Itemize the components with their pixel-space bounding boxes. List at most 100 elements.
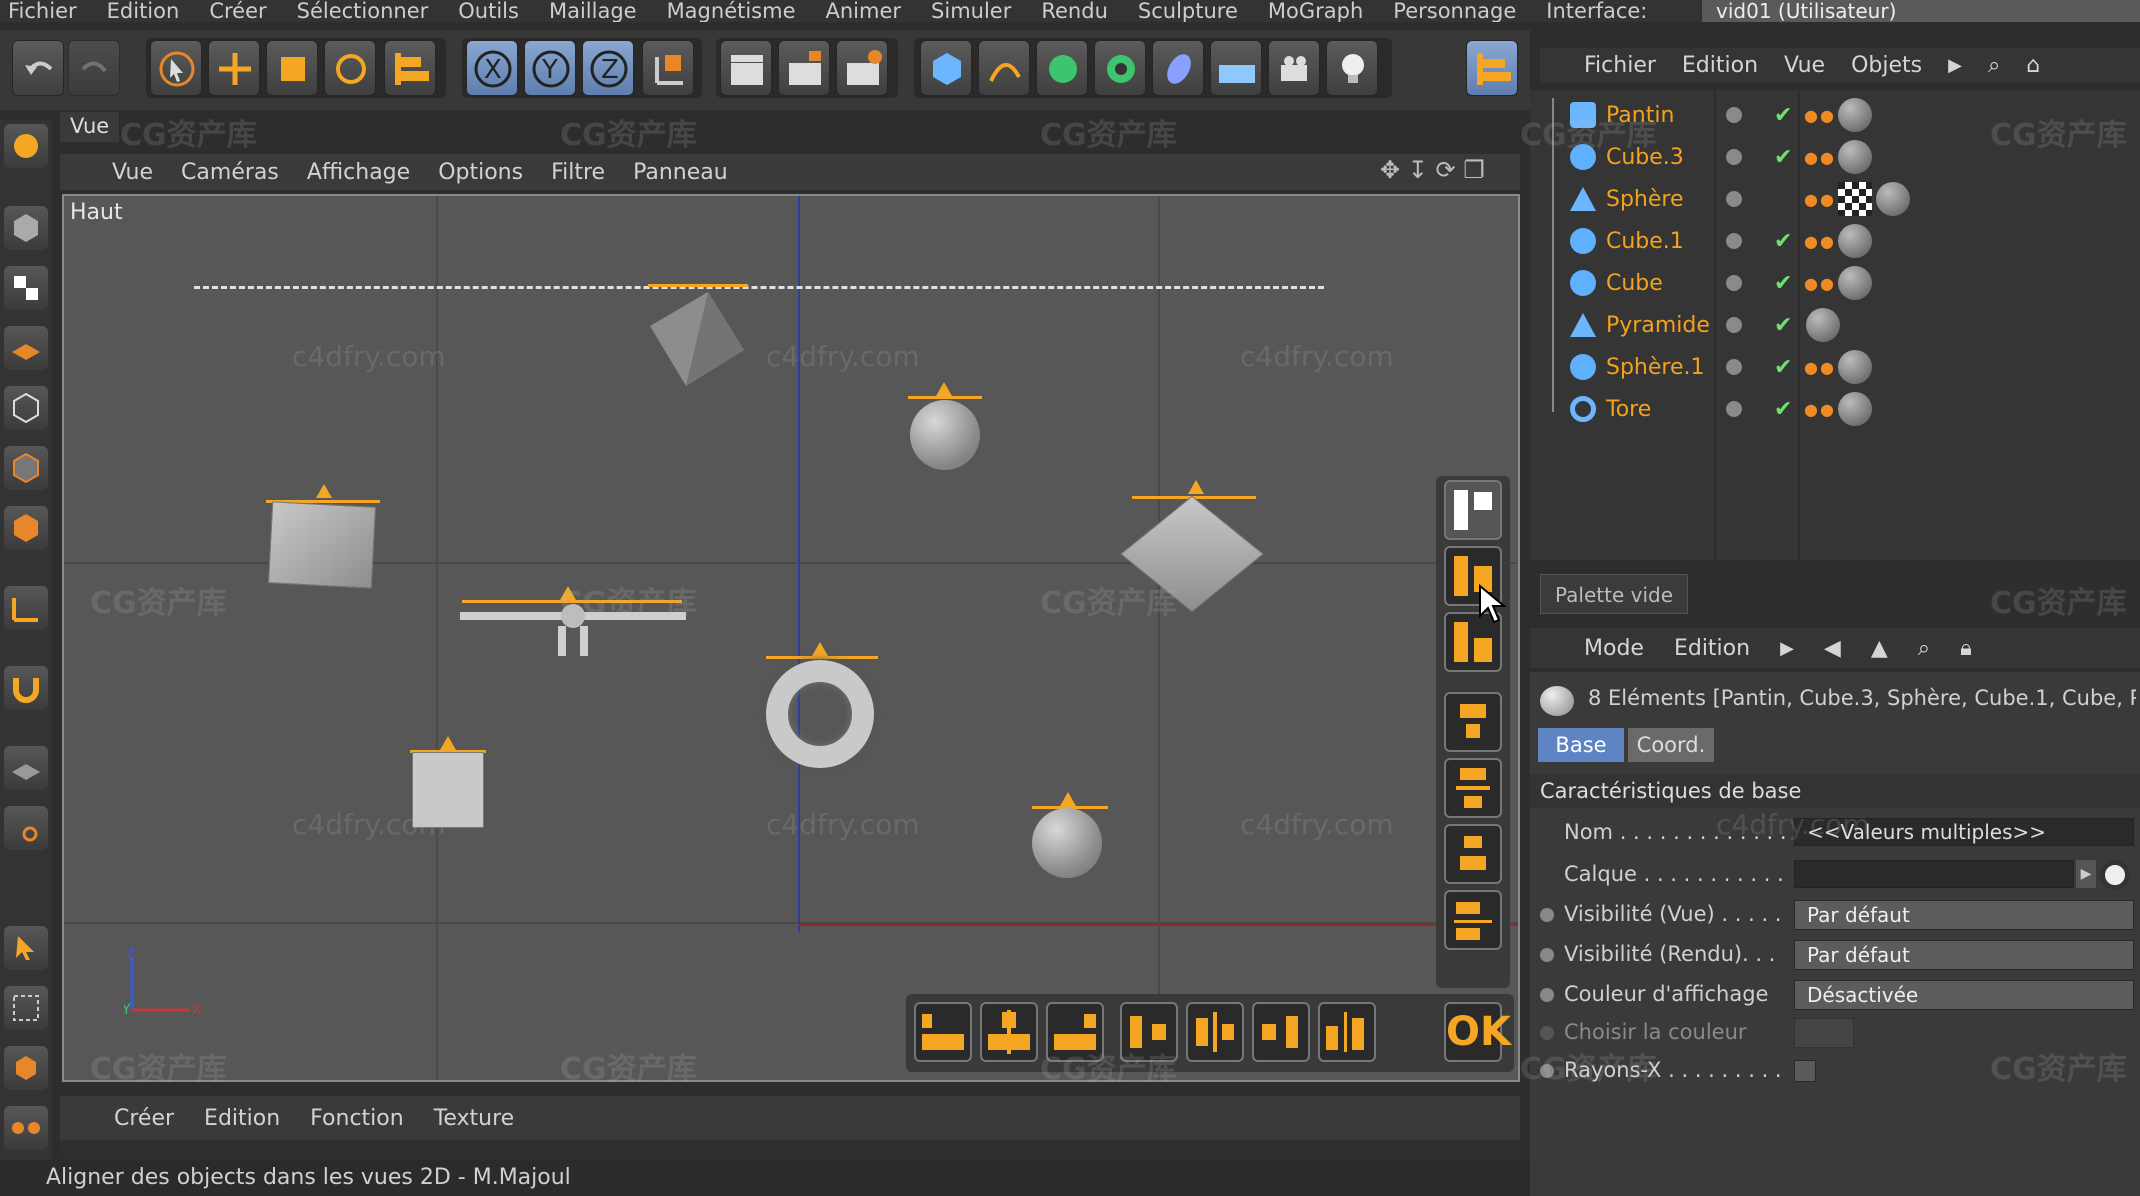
object-row-sphere[interactable]: Sphère ●●: [1530, 178, 2140, 220]
vp-menu-panneau[interactable]: Panneau: [633, 160, 728, 185]
x-axis-button[interactable]: X: [466, 40, 518, 96]
ok-button[interactable]: OK: [1444, 1002, 1511, 1062]
menu-rendu[interactable]: Rendu: [1041, 0, 1108, 22]
vis-rendu-anim-dot[interactable]: [1540, 948, 1554, 962]
texture-mode-button[interactable]: [4, 266, 48, 310]
enabled-check-icon[interactable]: ✔: [1774, 103, 1792, 128]
points-mode-button[interactable]: [4, 386, 48, 430]
viewport-tab[interactable]: Vue: [60, 112, 120, 142]
menu-personnage[interactable]: Personnage: [1393, 0, 1516, 22]
am-menu-edition[interactable]: Edition: [1674, 636, 1750, 661]
viewport-top[interactable]: Haut Z X Y OK: [62, 194, 1520, 1082]
spline-button[interactable]: [978, 40, 1030, 96]
mat-menu-texture[interactable]: Texture: [434, 1106, 515, 1131]
material-tag-icon[interactable]: [1838, 266, 1872, 300]
y-axis-button[interactable]: Y: [524, 40, 576, 96]
distribute-h-space-button[interactable]: [1318, 1002, 1376, 1062]
menu-fichier[interactable]: Fichier: [8, 0, 77, 22]
material-tag-icon[interactable]: [1838, 98, 1872, 132]
camera-button[interactable]: [1268, 40, 1320, 96]
enabled-check-icon[interactable]: ✔: [1774, 145, 1792, 170]
lock-grid-button[interactable]: [4, 806, 48, 850]
object-mode-button[interactable]: [4, 206, 48, 250]
visibility-dot[interactable]: [1726, 233, 1742, 249]
align-v-top-button[interactable]: [1444, 692, 1502, 752]
cube-primitive-button[interactable]: [920, 40, 972, 96]
vis-vue-anim-dot[interactable]: [1540, 908, 1554, 922]
align-h-left-button[interactable]: [914, 1002, 972, 1062]
snap-button[interactable]: [4, 666, 48, 710]
visibility-dot[interactable]: [1726, 317, 1742, 333]
am-back-icon[interactable]: ◀: [1824, 636, 1841, 661]
om-menu-objets[interactable]: Objets: [1851, 53, 1922, 78]
render-picture-button[interactable]: [778, 40, 830, 96]
om-search-icon[interactable]: ⌕: [1988, 53, 2000, 78]
scale-tool-button[interactable]: [266, 40, 318, 96]
menu-magnetisme[interactable]: Magnétisme: [667, 0, 796, 22]
nurbs-button[interactable]: [1036, 40, 1088, 96]
tab-base[interactable]: Base: [1538, 728, 1624, 762]
object-select-button[interactable]: [4, 1046, 48, 1090]
menu-selectionner[interactable]: Sélectionner: [297, 0, 429, 22]
viewport-nav-icons[interactable]: ✥ ↧ ⟳ ❐: [1380, 156, 1516, 188]
visibility-dot[interactable]: [1726, 107, 1742, 123]
model-mode-button[interactable]: [4, 124, 48, 168]
enabled-check-icon[interactable]: ✔: [1774, 313, 1792, 338]
enabled-check-icon[interactable]: ✔: [1774, 229, 1792, 254]
coord-system-button[interactable]: [642, 40, 694, 96]
sphere-object[interactable]: [910, 400, 980, 470]
align-tool-button[interactable]: [384, 40, 436, 96]
am-menu-mode[interactable]: Mode: [1584, 636, 1644, 661]
object-row-pyramide[interactable]: Pyramide ✔: [1530, 304, 2140, 346]
align-v-center-button[interactable]: [1444, 758, 1502, 818]
am-lock-icon[interactable]: 🔒︎: [1960, 636, 1972, 661]
om-more-icon[interactable]: ▶: [1948, 55, 1962, 76]
undo-button[interactable]: [12, 40, 64, 96]
select-tool-button[interactable]: [150, 40, 202, 96]
workplane-button[interactable]: [4, 326, 48, 370]
pyramid-object[interactable]: [644, 290, 754, 390]
vp-menu-options[interactable]: Options: [438, 160, 523, 185]
distribute-h-right-button[interactable]: [1252, 1002, 1310, 1062]
polygons-mode-button[interactable]: [4, 506, 48, 550]
material-tag-icon[interactable]: [1806, 308, 1840, 342]
align-v-space-button[interactable]: [1444, 890, 1502, 950]
mat-menu-creer[interactable]: Créer: [114, 1106, 174, 1131]
sphere-1-object[interactable]: [1032, 808, 1102, 878]
edges-mode-button[interactable]: [4, 446, 48, 490]
object-row-sphere1[interactable]: Sphère.1 ✔ ●●: [1530, 346, 2140, 388]
align-layout-button[interactable]: [1444, 480, 1502, 540]
material-tag-icon[interactable]: [1838, 350, 1872, 384]
am-search-icon[interactable]: ⌕: [1918, 636, 1930, 661]
om-menu-vue[interactable]: Vue: [1784, 53, 1825, 78]
render-view-button[interactable]: [720, 40, 772, 96]
torus-object[interactable]: [766, 660, 874, 768]
om-menu-fichier[interactable]: Fichier: [1584, 53, 1656, 78]
menu-creer[interactable]: Créer: [209, 0, 266, 22]
render-settings-button[interactable]: [836, 40, 888, 96]
menu-simuler[interactable]: Simuler: [931, 0, 1011, 22]
couleur-anim-dot[interactable]: [1540, 988, 1554, 1002]
visibility-dot[interactable]: [1726, 359, 1742, 375]
object-row-cube[interactable]: Cube ✔ ●●: [1530, 262, 2140, 304]
calque-arrow-icon[interactable]: ▶: [2076, 860, 2096, 888]
live-select-button[interactable]: [4, 926, 48, 970]
mat-menu-fonction[interactable]: Fonction: [310, 1106, 404, 1131]
vis-vue-select[interactable]: Par défaut: [1794, 900, 2134, 930]
am-up-icon[interactable]: ▲: [1871, 636, 1888, 661]
visibility-dot[interactable]: [1726, 401, 1742, 417]
tab-palette-vide[interactable]: Palette vide: [1540, 574, 1689, 614]
menu-mograph[interactable]: MoGraph: [1268, 0, 1363, 22]
cube-1-object[interactable]: [267, 501, 377, 589]
enabled-check-icon[interactable]: ✔: [1774, 271, 1792, 296]
vp-menu-affichage[interactable]: Affichage: [307, 160, 410, 185]
frame-select-button[interactable]: [4, 986, 48, 1030]
enabled-check-icon[interactable]: ✔: [1774, 397, 1792, 422]
light-button[interactable]: [1326, 40, 1378, 96]
mat-menu-edition[interactable]: Edition: [204, 1106, 280, 1131]
distribute-h-center-button[interactable]: [1186, 1002, 1244, 1062]
redo-button[interactable]: [68, 40, 120, 96]
menu-maillage[interactable]: Maillage: [549, 0, 637, 22]
object-row-cube1[interactable]: Cube.1 ✔ ●●: [1530, 220, 2140, 262]
calque-input[interactable]: [1794, 860, 2074, 888]
